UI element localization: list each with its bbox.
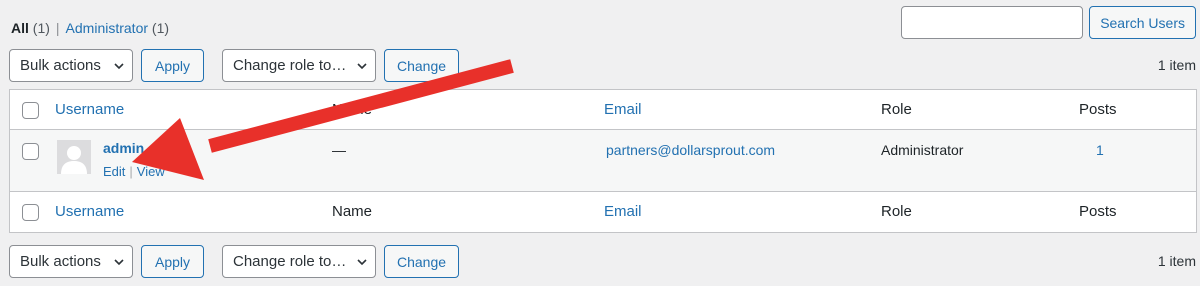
chevron-down-icon — [357, 62, 367, 69]
footer-column-name: Name — [332, 203, 373, 220]
avatar — [57, 140, 91, 174]
bulk-actions-label: Bulk actions — [20, 253, 101, 270]
chevron-down-icon — [357, 258, 367, 265]
change-role-button-bottom[interactable]: Change — [384, 245, 459, 278]
username-link[interactable]: admin — [103, 140, 144, 156]
bulk-actions-label: Bulk actions — [20, 57, 101, 74]
footer-column-role: Role — [881, 203, 912, 220]
column-role: Role — [881, 101, 912, 118]
filter-all-label: All — [11, 20, 29, 36]
filter-administrator[interactable]: Administrator (1) — [66, 20, 169, 36]
apply-button[interactable]: Apply — [141, 49, 204, 82]
change-role-select[interactable]: Change role to… — [222, 49, 376, 82]
items-count-bottom: 1 item — [1157, 253, 1196, 269]
table-header-row: Username Name Email Role Posts — [10, 90, 1196, 130]
default-avatar-icon — [57, 140, 91, 174]
select-all-checkbox[interactable] — [22, 102, 39, 119]
column-posts: Posts — [1079, 101, 1117, 118]
column-name: Name — [332, 101, 373, 118]
chevron-down-icon — [114, 62, 124, 69]
footer-column-posts: Posts — [1079, 203, 1117, 220]
row-actions: Edit | View — [103, 164, 165, 179]
table-row: admin Edit | View — partners@dollarsprout.… — [10, 130, 1196, 192]
posts-count-link[interactable]: 1 — [1096, 142, 1104, 158]
row-checkbox[interactable] — [22, 143, 39, 160]
chevron-down-icon — [114, 258, 124, 265]
users-table: Username Name Email Role Posts admin Edi… — [9, 89, 1197, 233]
filter-administrator-count: (1) — [151, 20, 170, 36]
role-value: Administrator — [881, 142, 964, 158]
bulk-actions-select-bottom[interactable]: Bulk actions — [9, 245, 133, 278]
search-box: Search Users — [901, 6, 1196, 39]
row-actions-separator: | — [129, 164, 133, 179]
select-all-checkbox-footer[interactable] — [22, 204, 39, 221]
tablenav-bottom: Bulk actions Apply Change role to… Chang… — [9, 245, 459, 278]
name-value: — — [332, 142, 346, 158]
role-filter-links: All (1) | Administrator (1) — [11, 20, 169, 36]
footer-column-email-sort[interactable]: Email — [604, 203, 642, 220]
search-users-button[interactable]: Search Users — [1089, 6, 1196, 39]
change-role-select-bottom[interactable]: Change role to… — [222, 245, 376, 278]
view-link[interactable]: View — [137, 164, 165, 179]
filter-all-count: (1) — [32, 20, 50, 36]
change-role-button[interactable]: Change — [384, 49, 459, 82]
search-input[interactable] — [901, 6, 1084, 39]
email-link[interactable]: partners@dollarsprout.com — [606, 142, 775, 158]
tablenav-top: Bulk actions Apply Change role to… Chang… — [9, 49, 459, 82]
table-footer-row: Username Name Email Role Posts — [10, 192, 1196, 232]
column-username-sort[interactable]: Username — [55, 101, 124, 118]
apply-button-bottom[interactable]: Apply — [141, 245, 204, 278]
bulk-actions-select[interactable]: Bulk actions — [9, 49, 133, 82]
edit-link[interactable]: Edit — [103, 164, 125, 179]
footer-column-username-sort[interactable]: Username — [55, 203, 124, 220]
change-role-label: Change role to… — [233, 253, 347, 270]
items-count: 1 item — [1157, 57, 1196, 73]
column-email-sort[interactable]: Email — [604, 101, 642, 118]
filter-all[interactable]: All (1) — [11, 20, 50, 36]
filter-administrator-label: Administrator — [65, 20, 149, 36]
filter-separator: | — [55, 20, 60, 36]
change-role-label: Change role to… — [233, 57, 347, 74]
